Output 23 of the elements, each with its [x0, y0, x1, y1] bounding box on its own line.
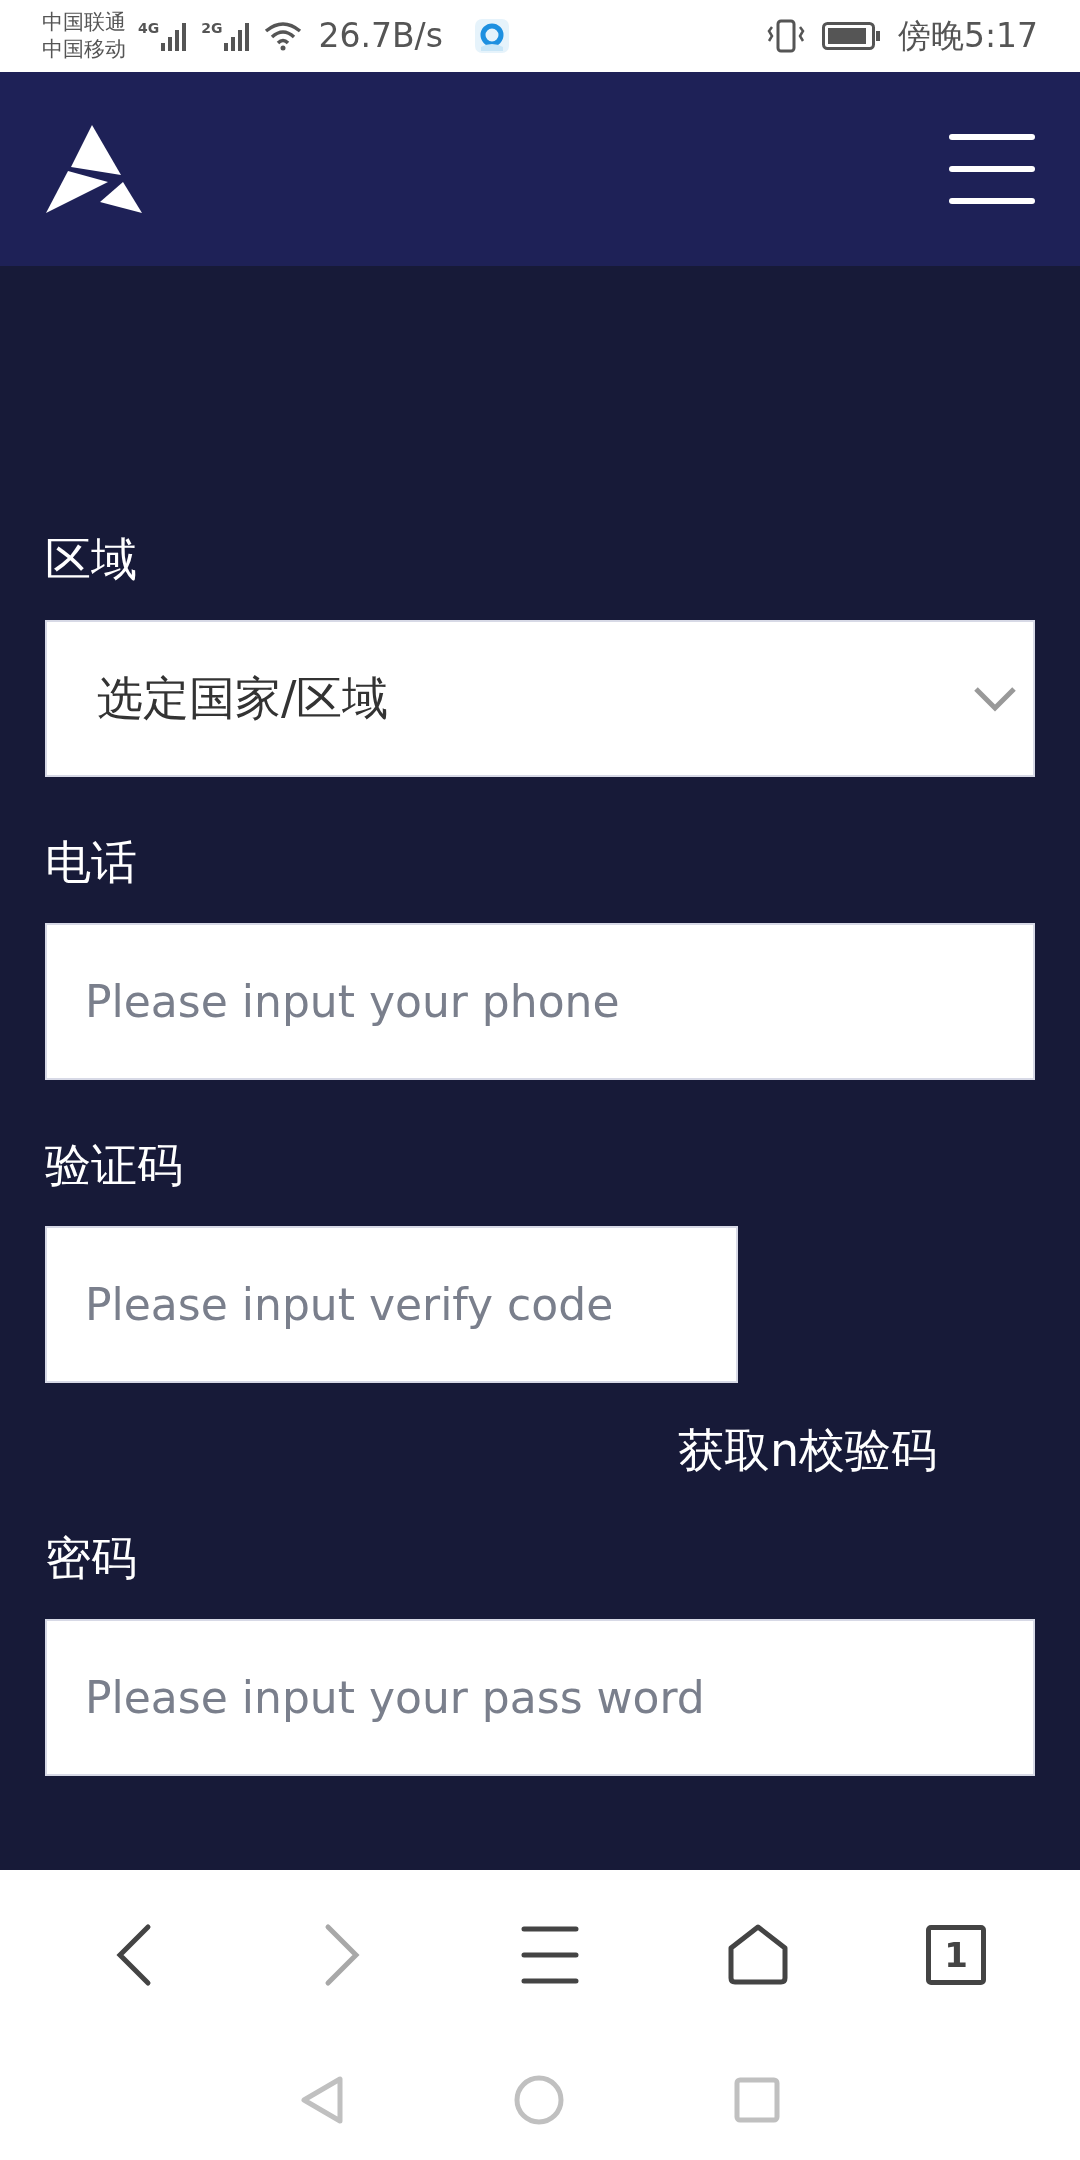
carrier-name: 中国联通: [42, 9, 126, 36]
chevron-down-icon: [973, 685, 1017, 712]
input-field[interactable]: Please input your pass word: [45, 1619, 1035, 1776]
input-field[interactable]: Please input verify code: [45, 1226, 738, 1383]
network-speed: 26.7B/s: [318, 15, 443, 58]
vibrate-icon: [765, 19, 806, 53]
logo-icon: [44, 123, 144, 215]
wifi-icon: [264, 21, 303, 51]
tab-count-button[interactable]: 1: [926, 1925, 986, 1985]
field-label: 验证码: [45, 1142, 184, 1188]
get-code-link[interactable]: 获取n校验码: [678, 1427, 938, 1473]
app-notification-icon: [474, 19, 509, 53]
network-type-label: 2G: [201, 21, 223, 35]
carrier-name: 中国移动: [42, 36, 126, 63]
field-label: 区域: [45, 536, 138, 582]
field-label: 电话: [45, 839, 138, 885]
region-select[interactable]: 选定国家/区域: [45, 620, 1035, 777]
network-type-label: 4G: [138, 21, 160, 35]
battery-icon: [821, 22, 882, 50]
input-field[interactable]: Please input your phone: [45, 923, 1035, 1080]
menu-button[interactable]: [949, 132, 1035, 206]
field-label: 密码: [45, 1535, 138, 1581]
clock-time: 傍晚5:17: [897, 15, 1038, 58]
